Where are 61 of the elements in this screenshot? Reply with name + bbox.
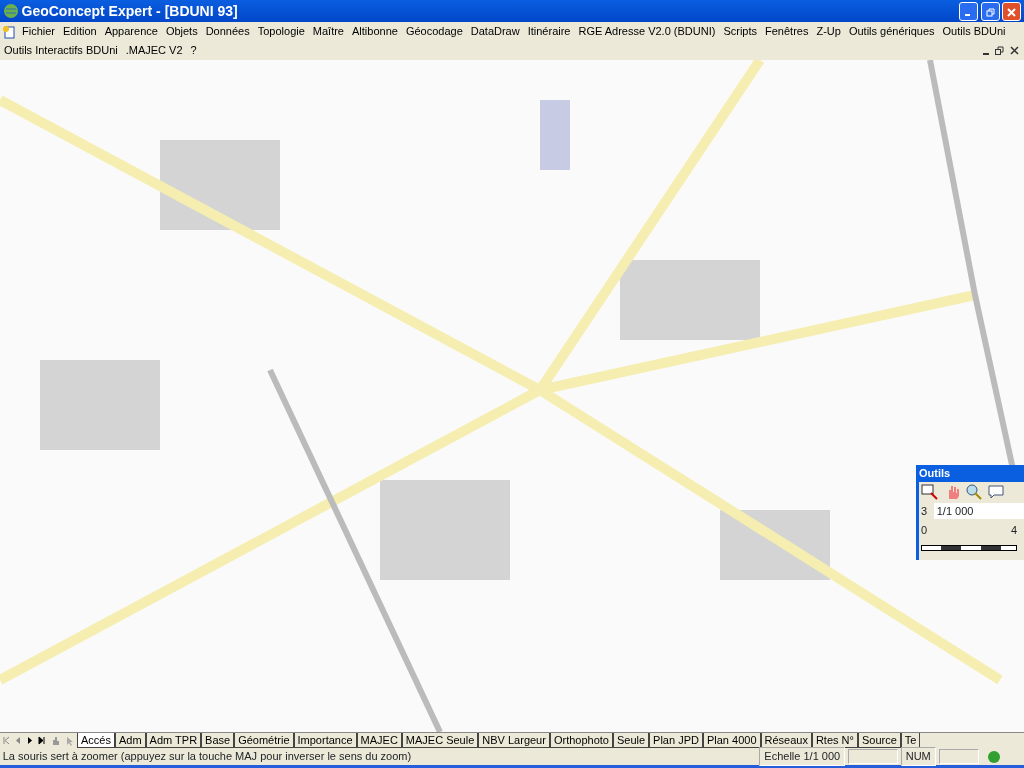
close-icon[interactable]: [1009, 46, 1019, 55]
menu-item[interactable]: Outils Interactifs BDUni: [0, 42, 122, 59]
tab[interactable]: Accés: [77, 733, 115, 748]
comment-icon[interactable]: [987, 485, 1004, 499]
menu-item[interactable]: Données: [201, 23, 254, 40]
scale-indicator: Echelle 1/1 000: [759, 747, 846, 766]
restore-button[interactable]: [980, 1, 1000, 21]
status-light-icon: [987, 749, 1002, 764]
menu-item[interactable]: Edition: [59, 23, 101, 40]
tab[interactable]: MAJEC Seule: [401, 733, 479, 748]
tab[interactable]: Orthophoto: [549, 733, 613, 748]
status-message: La souris sert à zoomer (appuyez sur la touche MAJ pour inverser le sens du zoom): [2, 749, 412, 765]
menu-item[interactable]: Outils BDUni: [938, 23, 1010, 40]
menu-item[interactable]: Z-Up: [812, 23, 845, 40]
tab[interactable]: Géométrie: [234, 733, 294, 748]
tab[interactable]: Base: [201, 733, 235, 748]
menu-item[interactable]: Géocodage: [401, 23, 467, 40]
status-pane: [938, 749, 979, 764]
menu-item[interactable]: Fichier: [18, 23, 59, 40]
close-button[interactable]: [1002, 1, 1022, 21]
zoom-icon[interactable]: [966, 484, 982, 500]
status-pane: [847, 749, 898, 764]
tab[interactable]: Importance: [293, 733, 357, 748]
menu-item[interactable]: Outils génériques: [844, 23, 939, 40]
tab[interactable]: Plan JPD: [649, 733, 703, 748]
menu-item[interactable]: Apparence: [100, 23, 162, 40]
restore-icon: [985, 7, 995, 17]
menu-item[interactable]: Objets: [161, 23, 202, 40]
tab[interactable]: Adm: [114, 733, 146, 748]
scale-field[interactable]: 1/1 000: [933, 502, 1024, 520]
window-title: GeoConcept Expert - [BDUNI 93]: [21, 1, 238, 21]
menu-item[interactable]: Itinéraire: [523, 23, 575, 40]
tab[interactable]: Adm TPR: [145, 733, 202, 748]
scale-label: 0: [921, 523, 928, 538]
menu-item[interactable]: Scripts: [719, 23, 762, 40]
menu-item[interactable]: Fenêtres: [761, 23, 813, 40]
tab[interactable]: MAJEC: [356, 733, 402, 748]
num-lock-indicator: NUM: [900, 747, 936, 766]
menu-item[interactable]: Altibonne: [348, 23, 402, 40]
menu-item[interactable]: ?: [186, 42, 201, 59]
menu-item[interactable]: RGE Adresse V2.0 (BDUNI): [574, 23, 720, 40]
menu-item[interactable]: DataDraw: [466, 23, 524, 40]
restore-icon[interactable]: [995, 46, 1004, 55]
layer-number: 3: [921, 503, 929, 519]
scale-label: 4: [1010, 523, 1017, 538]
menu-item[interactable]: .MAJEC V2: [121, 42, 187, 59]
globe-icon: [2, 3, 19, 19]
tab[interactable]: NBV Largeur: [478, 733, 550, 748]
tab[interactable]: Seule: [612, 733, 650, 748]
next-icon[interactable]: [26, 736, 33, 745]
panel-title: Outils: [919, 466, 952, 481]
menu-item[interactable]: Topologie: [253, 23, 309, 40]
menu-item[interactable]: Maître: [308, 23, 348, 40]
minimize-button[interactable]: [958, 1, 978, 21]
tab[interactable]: Plan 4000: [702, 733, 761, 748]
document-icon: [2, 24, 16, 39]
tab[interactable]: Source: [857, 733, 901, 748]
first-icon[interactable]: [2, 736, 10, 745]
close-icon: [1007, 7, 1017, 17]
select-icon[interactable]: [921, 484, 939, 500]
last-icon[interactable]: [38, 736, 46, 745]
